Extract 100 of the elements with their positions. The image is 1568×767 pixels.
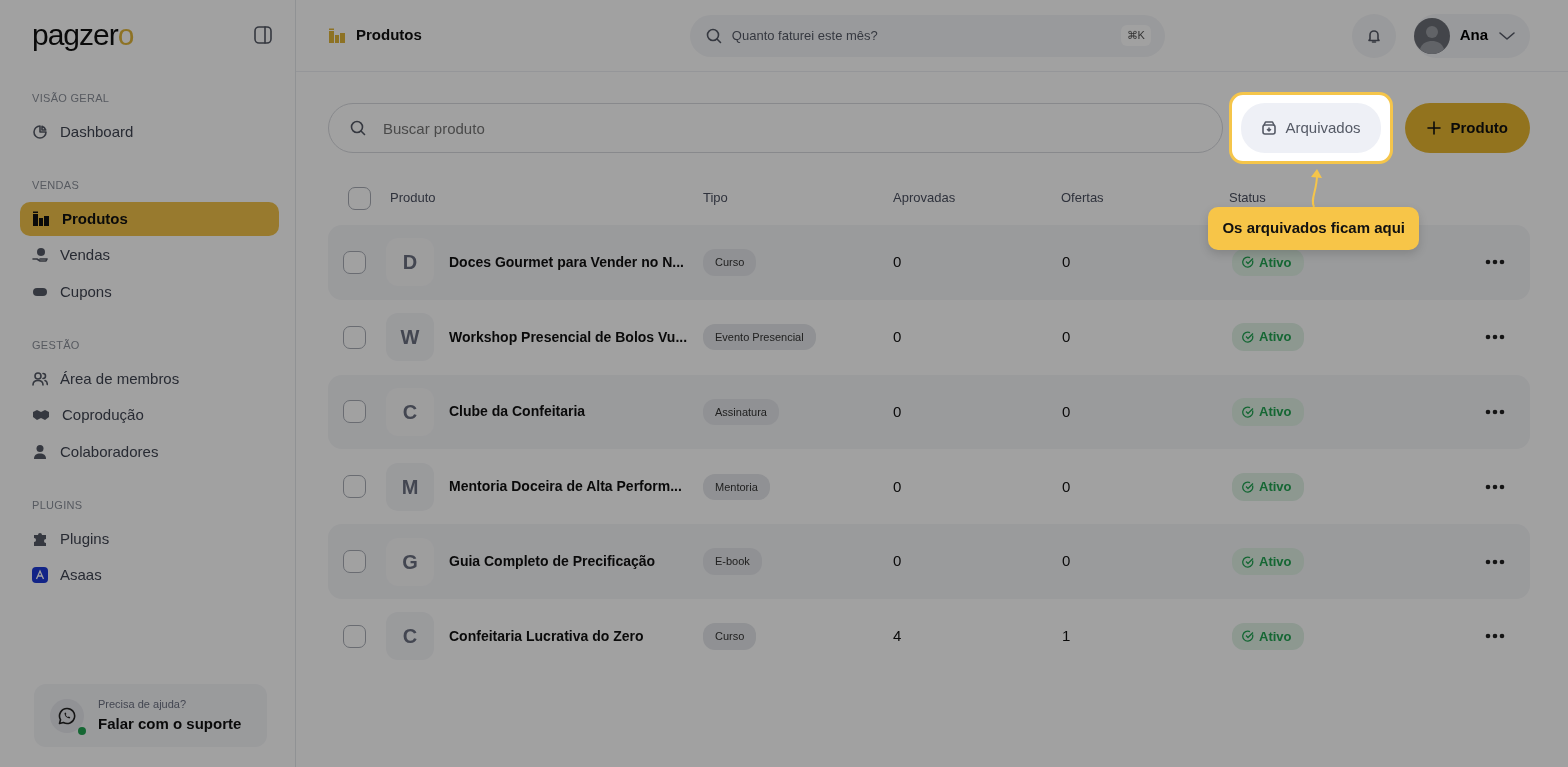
product-name: Workshop Presencial de Bolos Vu... <box>449 327 689 347</box>
sidebar-item[interactable]: Colaboradores <box>20 434 279 469</box>
status-badge: Ativo <box>1232 622 1304 651</box>
bell-icon <box>1365 27 1382 44</box>
approved-count: 0 <box>893 326 903 347</box>
sidebar-item[interactable]: Área de membros <box>20 361 279 396</box>
approved-count: 4 <box>893 626 903 647</box>
approved-count: 0 <box>893 252 903 273</box>
status-badge: Ativo <box>1232 547 1304 576</box>
approved-count: 0 <box>893 401 903 422</box>
type-tag: Assinatura <box>703 398 779 426</box>
status-badge: Ativo <box>1232 323 1304 351</box>
product-name: Clube da Confeitaria <box>449 402 587 422</box>
product-initial: G <box>386 537 434 586</box>
users-icon <box>32 370 48 387</box>
whatsapp-icon <box>58 706 76 725</box>
person-icon <box>32 443 48 460</box>
search-icon <box>705 27 722 44</box>
offers-count: 0 <box>1062 252 1072 273</box>
global-search-field[interactable]: Quanto faturei este mês? ⌘K <box>689 14 1165 57</box>
support-card[interactable]: Precisa de ajuda? Falar com o suporte <box>34 684 267 747</box>
archived-button[interactable]: Arquivados <box>1241 103 1381 153</box>
approved-count: 0 <box>893 476 903 497</box>
new-product-button[interactable]: Produto <box>1404 103 1530 153</box>
sidebar-item[interactable]: Cupons <box>20 274 279 309</box>
avatar-icon <box>1413 17 1450 54</box>
product-initial: M <box>386 462 434 511</box>
product-initial: C <box>386 388 434 436</box>
archive-box-icon <box>1261 120 1278 136</box>
section-label: GESTÃO <box>32 338 81 353</box>
check-circle-icon <box>1242 630 1254 643</box>
check-circle-icon <box>1242 331 1254 344</box>
search-icon <box>350 120 366 136</box>
offers-count: 0 <box>1062 401 1072 422</box>
product-name: Guia Completo de Precificação <box>449 552 657 572</box>
sidebar-item[interactable]: Plugins <box>20 521 279 556</box>
product-search-field[interactable]: Buscar produto <box>328 103 1224 153</box>
column-header: Status <box>1229 189 1267 208</box>
approved-count: 0 <box>893 551 903 572</box>
section-label: PLUGINS <box>32 498 84 513</box>
check-circle-icon <box>1242 555 1254 568</box>
sidebar-toggle-icon[interactable] <box>253 25 273 45</box>
page-title: Produtos <box>356 25 422 46</box>
column-header: Ofertas <box>1061 189 1105 208</box>
product-initial: C <box>386 612 434 661</box>
help-caption: Precisa de ajuda? <box>98 697 188 712</box>
row-checkbox[interactable] <box>343 325 366 349</box>
section-label: VENDAS <box>32 178 81 193</box>
status-badge: Ativo <box>1232 398 1304 426</box>
status-badge: Ativo <box>1232 248 1304 277</box>
offers-count: 0 <box>1062 551 1072 572</box>
tooltip: Os arquivados ficam aqui <box>1208 207 1419 250</box>
product-initial: W <box>386 313 434 362</box>
sidebar-item[interactable]: Dashboard <box>20 114 279 149</box>
column-header: Aprovadas <box>893 189 957 208</box>
row-checkbox[interactable] <box>343 400 366 424</box>
boxes-icon <box>328 27 346 44</box>
column-header: Produto <box>390 189 437 208</box>
row-checkbox[interactable] <box>343 624 366 648</box>
sidebar-item[interactable]: Vendas <box>20 238 279 273</box>
product-initial: D <box>386 238 434 287</box>
type-tag: E-book <box>703 548 762 575</box>
puzzle-icon <box>32 530 48 547</box>
more-icon <box>1485 334 1505 341</box>
type-tag: Curso <box>703 249 757 276</box>
select-all-checkbox[interactable] <box>348 186 371 210</box>
type-tag: Evento Presencial <box>703 323 816 351</box>
logo: pagzero <box>32 20 134 50</box>
sidebar-item[interactable]: Produtos <box>20 201 279 236</box>
more-icon <box>1485 259 1505 266</box>
more-icon <box>1485 409 1505 415</box>
product-name: Mentoria Doceira de Alta Perform... <box>449 477 683 497</box>
check-circle-icon <box>1242 480 1254 493</box>
check-circle-icon <box>1242 256 1254 269</box>
row-checkbox[interactable] <box>343 475 366 499</box>
offers-count: 0 <box>1062 326 1072 347</box>
chart-icon <box>32 123 48 140</box>
chevron-down-icon <box>1498 30 1516 41</box>
section-label: VISÃO GERAL <box>32 91 111 106</box>
more-icon <box>1485 558 1505 565</box>
asaas-logo-icon <box>32 567 48 584</box>
more-icon <box>1485 633 1505 640</box>
column-header: Tipo <box>703 189 729 208</box>
offers-count: 1 <box>1062 626 1072 647</box>
type-tag: Mentoria <box>703 473 770 501</box>
user-menu-button[interactable]: Ana <box>1413 13 1530 58</box>
sidebar-item[interactable]: Asaas <box>20 558 279 593</box>
product-name: Confeitaria Lucrativa do Zero <box>449 626 645 646</box>
more-icon <box>1485 483 1505 490</box>
check-circle-icon <box>1242 406 1254 418</box>
type-tag: Curso <box>703 623 757 650</box>
product-name: Doces Gourmet para Vender no N... <box>449 252 685 272</box>
help-title: Falar com o suporte <box>98 713 242 734</box>
boxes-icon <box>32 210 50 227</box>
offers-count: 0 <box>1062 476 1072 497</box>
row-checkbox[interactable] <box>343 550 366 574</box>
row-checkbox[interactable] <box>343 250 366 274</box>
status-badge: Ativo <box>1232 473 1304 501</box>
sidebar-item[interactable]: Coprodução <box>20 398 279 433</box>
plus-icon <box>1426 121 1441 135</box>
